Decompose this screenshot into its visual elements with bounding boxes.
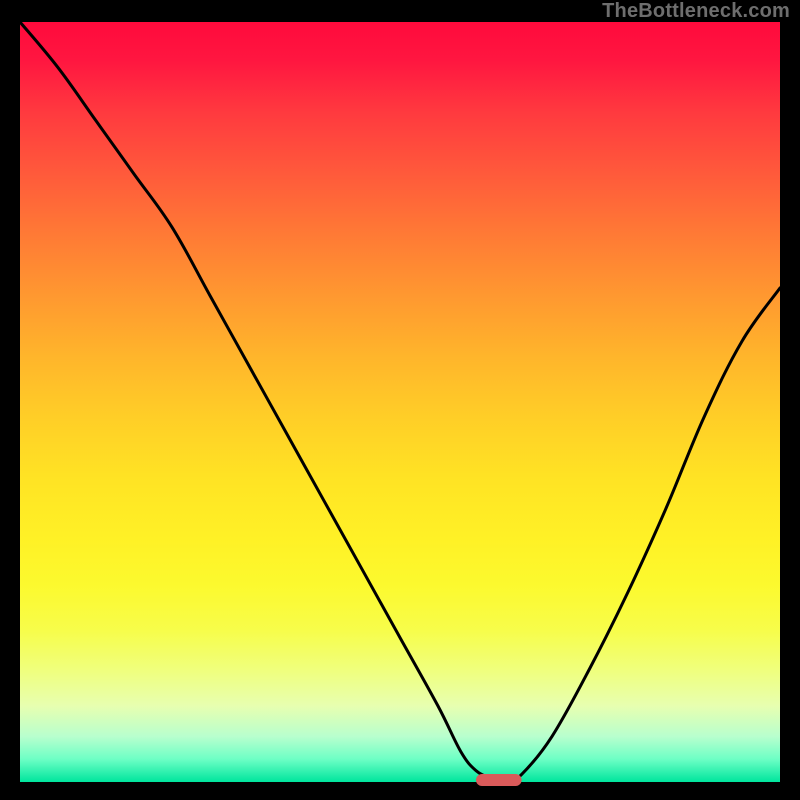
chart-frame: TheBottleneck.com bbox=[0, 0, 800, 800]
minimum-marker bbox=[476, 774, 522, 786]
curve-layer bbox=[20, 22, 780, 782]
watermark-text: TheBottleneck.com bbox=[602, 0, 790, 23]
plot-area bbox=[20, 22, 780, 782]
bottleneck-curve bbox=[20, 22, 780, 782]
